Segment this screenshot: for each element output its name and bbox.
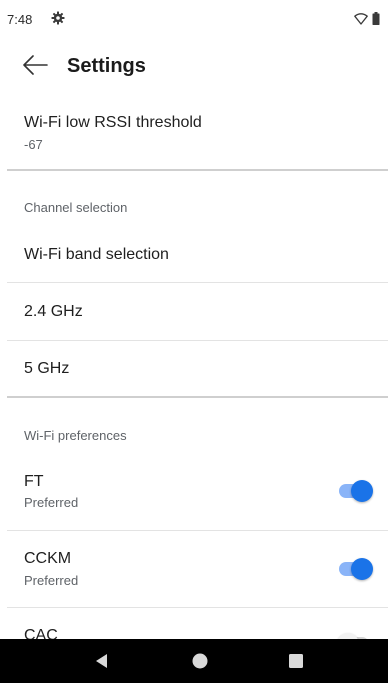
band-24ghz-preference[interactable]: 2.4 GHz — [0, 283, 388, 340]
status-time: 7:48 — [7, 12, 33, 27]
rssi-threshold-preference[interactable]: Wi-Fi low RSSI threshold -67 — [0, 98, 388, 168]
home-circle-icon — [190, 653, 210, 675]
cckm-summary: Preferred — [24, 573, 79, 588]
cac-preference[interactable]: CAC — [0, 608, 388, 639]
nav-recents-button[interactable] — [286, 651, 306, 671]
toggle-thumb — [351, 480, 373, 502]
section-divider — [7, 169, 388, 171]
ft-summary: Preferred — [24, 495, 79, 510]
toggle-thumb — [351, 558, 373, 580]
cac-title: CAC — [24, 627, 58, 639]
cckm-preference[interactable]: CCKM Preferred — [0, 531, 388, 607]
arrow-back-icon — [22, 54, 48, 80]
nav-home-button[interactable] — [190, 651, 210, 671]
nav-back-button[interactable] — [92, 651, 112, 671]
navigation-bar — [0, 639, 388, 683]
cckm-toggle[interactable] — [337, 558, 373, 580]
band-5ghz-title: 5 GHz — [24, 360, 70, 377]
band-5ghz-preference[interactable]: 5 GHz — [0, 341, 388, 396]
rssi-threshold-title: Wi-Fi low RSSI threshold — [24, 114, 202, 131]
cckm-title: CCKM — [24, 550, 72, 567]
section-divider — [7, 396, 388, 398]
ft-title: FT — [24, 473, 44, 490]
back-triangle-icon — [92, 654, 112, 675]
wifi-icon — [354, 12, 368, 30]
status-icons — [354, 12, 380, 30]
wifi-preferences-category: Wi-Fi preferences — [24, 428, 127, 443]
page-title: Settings — [67, 55, 146, 77]
battery-icon — [372, 12, 380, 30]
recents-square-icon — [286, 654, 306, 675]
ft-preference[interactable]: FT Preferred — [0, 455, 388, 530]
back-button[interactable] — [20, 52, 50, 82]
wifi-band-selection-title: Wi-Fi band selection — [24, 246, 169, 263]
status-bar: 7:48 — [0, 0, 388, 40]
wifi-band-selection-preference[interactable]: Wi-Fi band selection — [0, 228, 388, 282]
channel-selection-category: Channel selection — [24, 200, 128, 215]
app-bar: Settings — [0, 40, 388, 94]
gear-icon — [51, 11, 65, 25]
band-24ghz-title: 2.4 GHz — [24, 303, 83, 320]
rssi-threshold-value: -67 — [24, 137, 43, 152]
ft-toggle[interactable] — [337, 480, 373, 502]
